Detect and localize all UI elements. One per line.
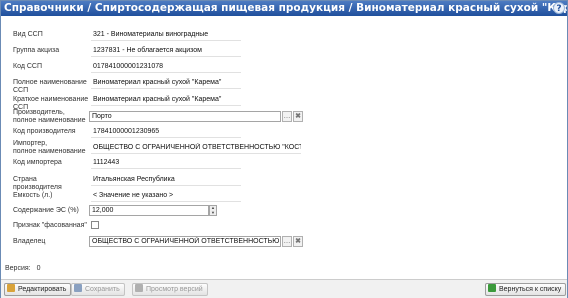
owner-clear-x-icon[interactable]: ✖: [293, 236, 303, 247]
version-info: Версия: 0: [5, 265, 40, 272]
save-button-label: Сохранить: [85, 286, 120, 293]
producer-label-line1: Производитель,: [13, 109, 65, 116]
page-title: Справочники / Спиртосодержащая пищевая п…: [4, 2, 567, 14]
vid-ssp-label: Вид ССП: [13, 31, 43, 38]
edit-button[interactable]: Редактировать: [4, 283, 72, 296]
excise-group-value: 1237831 - Не облагается акцизом: [91, 46, 241, 57]
main-window: Справочники / Спиртосодержащая пищевая п…: [0, 0, 568, 298]
back-button-label: Вернуться к списку: [499, 286, 562, 293]
es-input[interactable]: 12,000: [89, 205, 209, 216]
help-icon[interactable]: ?: [553, 2, 565, 14]
full-name-value: Виноматериал красный сухой "Карема": [91, 78, 241, 89]
versions-button[interactable]: Просмотр версий: [132, 283, 208, 296]
history-icon: [135, 284, 143, 292]
packed-checkbox[interactable]: [91, 221, 99, 229]
producer-label: Производитель, полное наименование: [13, 109, 87, 125]
version-value: 0: [36, 265, 41, 272]
vid-ssp-value: 321 - Виноматериалы виноградные: [91, 30, 241, 41]
es-label: Содержание ЭС (%): [13, 207, 79, 214]
excise-group-label: Группа акциза: [13, 47, 60, 54]
country-label: Страна производителя: [13, 176, 62, 191]
save-button[interactable]: Сохранить: [71, 283, 125, 296]
back-button[interactable]: Вернуться к списку: [485, 283, 567, 296]
importer-label-line2: полное наименование: [13, 148, 86, 155]
importer-label-line1: Импортер,: [13, 140, 48, 147]
producer-label-line2: полное наименование: [13, 117, 86, 124]
importer-code-value: 1112443: [91, 158, 241, 169]
capacity-value: < Значение не указано >: [91, 191, 241, 202]
clear-x-icon[interactable]: ✖: [293, 111, 303, 122]
ssp-code-label: Код ССП: [13, 63, 42, 70]
owner-field[interactable]: ОБЩЕСТВО С ОГРАНИЧЕННОЙ ОТВЕТСТВЕННОСТЬЮ…: [89, 236, 281, 247]
back-arrow-icon: [488, 284, 496, 292]
edit-button-label: Редактировать: [18, 286, 67, 293]
producer-code-value: 17841000001230965: [91, 127, 241, 138]
short-name-value: Виноматериал красный сухой "Карема": [91, 95, 241, 106]
importer-code-label: Код импортера: [13, 159, 62, 166]
importer-label: Импортер, полное наименование: [13, 140, 87, 156]
footer-toolbar: Редактировать Сохранить Просмотр версий …: [1, 279, 567, 298]
producer-field[interactable]: Порто: [89, 111, 281, 122]
spin-down-icon[interactable]: ▼: [210, 210, 216, 216]
owner-ellipsis-icon[interactable]: …: [282, 236, 292, 247]
versions-button-label: Просмотр версий: [146, 286, 203, 293]
capacity-label: Емкость (л.): [13, 192, 53, 199]
producer-code-label: Код производителя: [13, 128, 76, 135]
pencil-icon: [7, 284, 15, 292]
title-bar: Справочники / Спиртосодержащая пищевая п…: [1, 1, 567, 16]
ssp-code-value: 017841000001231078: [91, 62, 241, 73]
floppy-icon: [74, 284, 82, 292]
version-label: Версия:: [5, 265, 31, 272]
full-name-label: Полное наименование ССП: [13, 79, 87, 94]
es-stepper[interactable]: ▲ ▼: [209, 205, 217, 216]
packed-label: Признак "фасованная": [13, 222, 87, 229]
ellipsis-icon[interactable]: …: [282, 111, 292, 122]
importer-value: ОБЩЕСТВО С ОГРАНИЧЕННОЙ ОТВЕТСТВЕННОСТЬЮ…: [91, 143, 301, 154]
owner-label: Владелец: [13, 238, 46, 245]
country-value: Итальянская Республика: [91, 175, 241, 186]
